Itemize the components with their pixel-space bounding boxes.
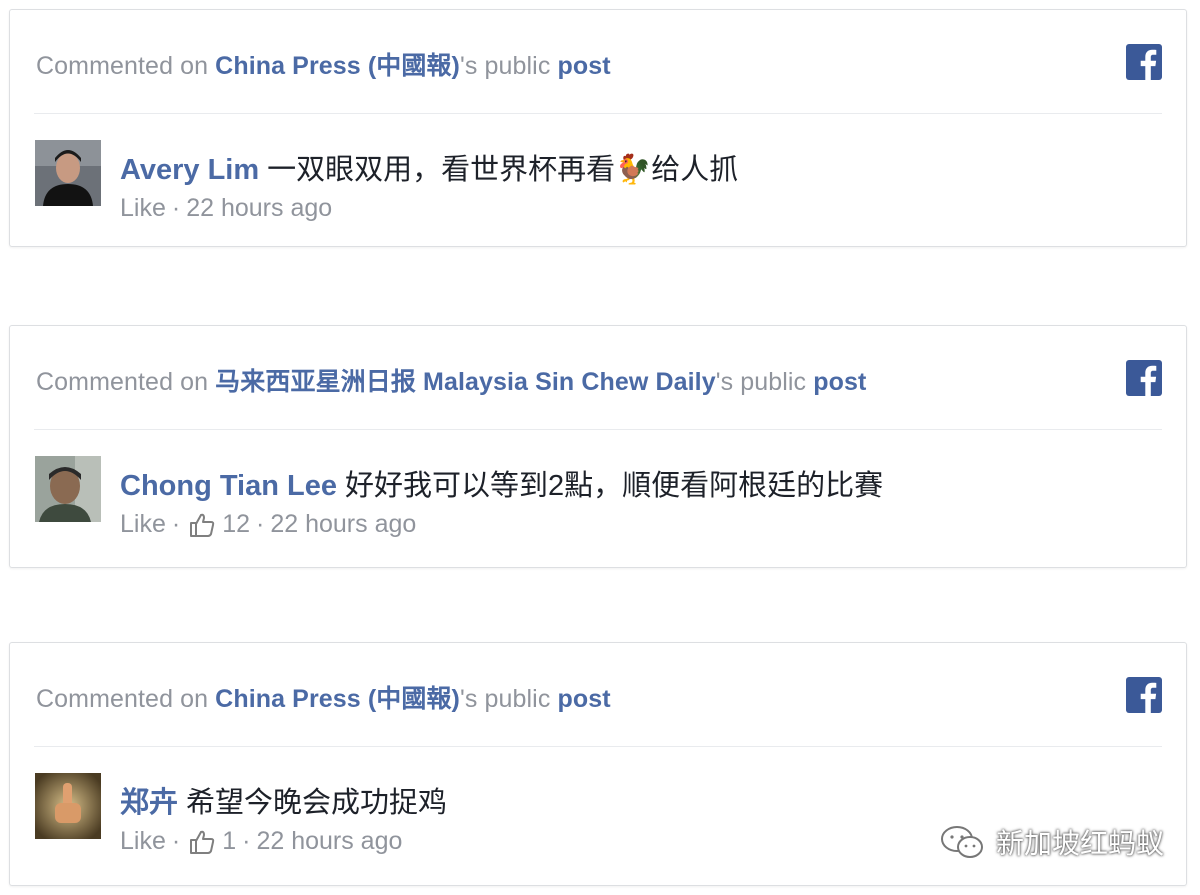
page-name-link[interactable]: China Press (中國報) [215, 685, 460, 713]
thumbs-up-icon[interactable] [188, 828, 216, 856]
comment-body: Chong Tian Lee 好好我可以等到2點，順便看阿根廷的比賽 Like ·… [10, 430, 1186, 560]
page-name-link[interactable]: 马来西亚星洲日报 Malaysia Sin Chew Daily [215, 368, 716, 396]
avatar-image [35, 140, 101, 206]
card-header: Commented on China Press (中國報)'s public … [34, 10, 1162, 114]
header-text: Commented on China Press (中國報)'s public … [36, 46, 611, 82]
post-link[interactable]: post [813, 368, 866, 396]
avatar[interactable] [35, 773, 101, 839]
like-button[interactable]: Like [120, 510, 166, 539]
post-link[interactable]: post [557, 685, 610, 713]
comment-content: 一双眼双用，看世界杯再看 [267, 154, 616, 186]
separator: · [171, 510, 181, 538]
comment-text: Avery Lim 一双眼双用，看世界杯再看🐓给人抓 [120, 146, 738, 188]
watermark-text: 新加坡红蚂蚁 [995, 828, 1164, 859]
comment-text: Chong Tian Lee 好好我可以等到2點，順便看阿根廷的比賽 [120, 462, 883, 504]
author-name[interactable]: 郑卉 [120, 787, 178, 819]
header-text: Commented on 马来西亚星洲日报 Malaysia Sin Chew … [36, 362, 866, 398]
author-name[interactable]: Chong Tian Lee [120, 470, 337, 502]
avatar[interactable] [35, 456, 101, 522]
comment-meta: Like · 12 · 22 hours ago [120, 510, 416, 539]
rooster-emoji: 🐓 [615, 154, 652, 186]
avatar-image [35, 456, 101, 522]
header-text: Commented on China Press (中國報)'s public … [36, 679, 611, 715]
like-count: 1 [222, 827, 237, 855]
wechat-icon [940, 826, 983, 858]
avatar-image [35, 773, 101, 839]
comment-content-end: 给人抓 [651, 154, 739, 186]
comment-meta: Like · 22 hours ago [120, 194, 332, 223]
facebook-icon[interactable] [1126, 44, 1162, 80]
timestamp[interactable]: 22 hours ago [256, 827, 402, 856]
header-suffix: 's public [459, 52, 558, 80]
separator: · [242, 827, 251, 855]
comment-content: 好好我可以等到2點，順便看阿根廷的比賽 [344, 470, 884, 502]
page-name-link[interactable]: China Press (中國報) [215, 52, 460, 80]
card-header: Commented on 马来西亚星洲日报 Malaysia Sin Chew … [34, 326, 1162, 430]
header-prefix: Commented on [36, 52, 216, 80]
thumbs-up-icon[interactable] [188, 511, 216, 539]
separator: · [171, 827, 181, 855]
author-name[interactable]: Avery Lim [120, 154, 259, 186]
facebook-icon[interactable] [1126, 677, 1162, 713]
facebook-icon[interactable] [1126, 360, 1162, 396]
timestamp[interactable]: 22 hours ago [270, 510, 416, 539]
like-button[interactable]: Like [120, 827, 166, 856]
card-header: Commented on China Press (中國報)'s public … [34, 643, 1162, 747]
comment-card: Commented on China Press (中國報)'s public … [9, 9, 1187, 247]
separator: · [256, 510, 265, 538]
comment-text: 郑卉 希望今晚会成功捉鸡 [120, 779, 447, 821]
post-link[interactable]: post [557, 52, 610, 80]
timestamp[interactable]: 22 hours ago [186, 194, 332, 223]
header-suffix: 's public [715, 368, 814, 396]
header-suffix: 's public [459, 685, 558, 713]
header-prefix: Commented on [36, 368, 216, 396]
comment-content: 希望今晚会成功捉鸡 [186, 787, 448, 819]
like-button[interactable]: Like [120, 194, 166, 223]
watermark: 新加坡红蚂蚁 [940, 822, 1164, 862]
header-prefix: Commented on [36, 685, 216, 713]
comment-body: Avery Lim 一双眼双用，看世界杯再看🐓给人抓 Like · 22 hour… [10, 114, 1186, 244]
separator: · [171, 194, 181, 222]
like-count: 12 [222, 510, 251, 538]
avatar[interactable] [35, 140, 101, 206]
comment-meta: Like · 1 · 22 hours ago [120, 827, 402, 856]
comment-card: Commented on 马来西亚星洲日报 Malaysia Sin Chew … [9, 325, 1187, 568]
